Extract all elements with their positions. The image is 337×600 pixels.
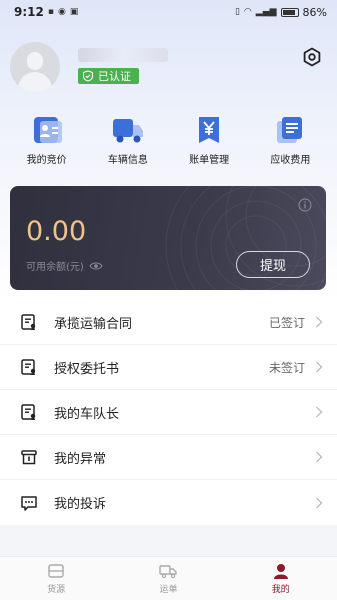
user-icon — [273, 563, 288, 579]
signal-icon: ▂▄▆ — [255, 7, 277, 17]
waybill-truck-icon — [159, 564, 178, 578]
battery-level: 86% — [302, 5, 327, 19]
contract-icon — [21, 314, 36, 330]
quick-menu-receivables[interactable]: 应收费用 — [251, 115, 329, 175]
chevron-right-icon — [316, 361, 323, 373]
verified-badge: 已认证 — [78, 68, 139, 84]
quick-menu-label: 应收费用 — [270, 155, 311, 166]
tab-label: 我的 — [271, 584, 290, 595]
list-item-label: 承揽运输合同 — [54, 316, 133, 332]
battery-icon — [280, 7, 299, 17]
cargo-icon — [48, 563, 64, 578]
shield-check-icon — [82, 70, 94, 82]
list-item-transport-contract[interactable]: 承揽运输合同 已签订 — [0, 300, 337, 345]
balance-label-row: 可用余额(元) — [26, 258, 103, 273]
quick-menu-label: 账单管理 — [189, 155, 230, 166]
chevron-right-icon — [316, 316, 323, 328]
tab-cargo-source[interactable]: 货源 — [16, 563, 96, 595]
avatar[interactable] — [10, 42, 60, 92]
sim-icon: ▪ — [47, 7, 54, 17]
eye-icon[interactable] — [89, 261, 103, 271]
withdraw-button[interactable]: 提现 — [236, 251, 310, 278]
list-item-label: 我的投诉 — [54, 497, 107, 512]
info-icon[interactable] — [298, 198, 312, 212]
quick-menu-my-bids[interactable]: 我的竞价 — [8, 115, 86, 175]
menu-list: 承揽运输合同 已签订 授权委托书 未签订 我的车队长 我的异常 我的投诉 — [0, 300, 337, 525]
quick-menu-bill-management[interactable]: 账单管理 — [170, 115, 248, 175]
wallet-card: 0.00 可用余额(元) 提现 — [10, 186, 326, 290]
tab-mine[interactable]: 我的 — [241, 563, 321, 595]
tab-label: 货源 — [47, 584, 66, 595]
document-user-icon — [21, 359, 36, 375]
list-item-status: 未签订 — [268, 360, 305, 375]
chevron-right-icon — [316, 451, 323, 463]
chevron-right-icon — [316, 497, 323, 508]
list-item-power-of-attorney[interactable]: 授权委托书 未签订 — [0, 345, 337, 390]
notification-icon: ◉ — [57, 7, 66, 17]
tab-waybill[interactable]: 运单 — [128, 563, 208, 595]
bill-icon — [199, 117, 220, 143]
app-icon: ▣ — [69, 7, 79, 17]
vibrate-icon: ▯ — [234, 7, 240, 17]
settings-icon[interactable] — [301, 46, 323, 68]
list-item-label: 我的车队长 — [54, 406, 120, 422]
exception-icon — [21, 450, 37, 465]
balance-label: 可用余额(元) — [26, 262, 84, 273]
bid-icon — [33, 117, 62, 143]
list-item-fleet-captain[interactable]: 我的车队长 — [0, 390, 337, 435]
profile-section: 已认证 — [10, 42, 327, 92]
tab-label: 运单 — [159, 584, 178, 595]
captain-icon — [21, 404, 36, 420]
truck-icon — [112, 119, 143, 143]
status-time: 9:12 — [14, 5, 44, 19]
verified-label: 已认证 — [98, 70, 131, 83]
list-item-label: 我的异常 — [54, 451, 107, 467]
wifi-icon: ◠ — [243, 7, 252, 17]
quick-menu-vehicle-info[interactable]: 车辆信息 — [89, 115, 167, 175]
list-item-complaints[interactable]: 我的投诉 — [0, 480, 337, 525]
quick-menu: 我的竞价 车辆信息 账单管理 应收费用 — [0, 115, 337, 175]
list-item-label: 授权委托书 — [54, 361, 120, 377]
quick-menu-label: 车辆信息 — [107, 155, 148, 166]
status-bar: 9:12 ▪ ◉ ▣ ▯ ◠ ▂▄▆ 86% — [0, 0, 337, 24]
list-item-status: 已签订 — [268, 315, 305, 330]
list-item-exceptions[interactable]: 我的异常 — [0, 435, 337, 480]
quick-menu-label: 我的竞价 — [26, 155, 67, 166]
bottom-tab-bar: 货源 运单 我的 — [0, 556, 337, 600]
balance-amount: 0.00 — [26, 216, 87, 247]
receivable-icon — [277, 117, 303, 143]
complaint-icon — [21, 495, 37, 511]
user-name-redacted — [78, 48, 168, 62]
chevron-right-icon — [316, 406, 323, 418]
